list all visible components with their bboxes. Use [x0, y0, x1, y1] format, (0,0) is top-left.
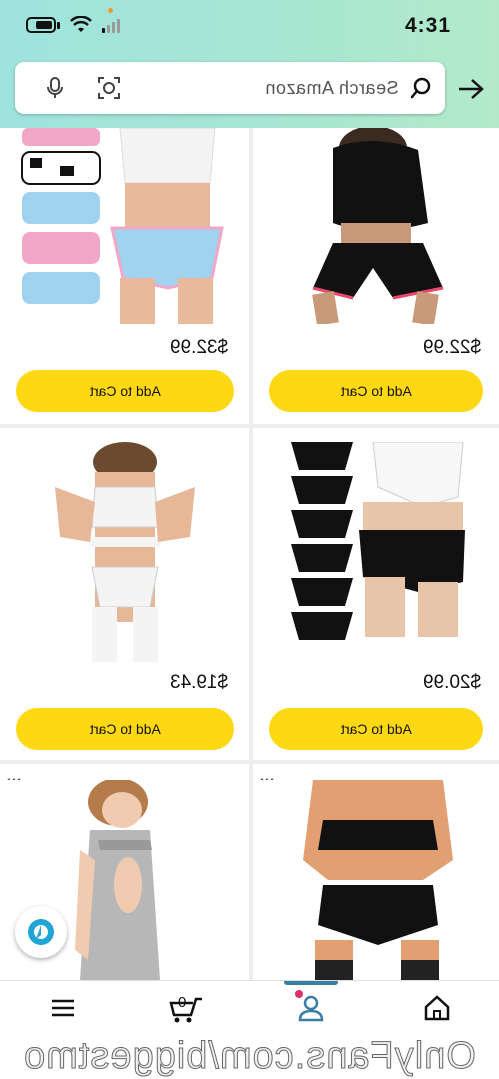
- add-to-cart-label: Add to Cart: [89, 721, 161, 737]
- cellular-signal-icon: [102, 17, 120, 33]
- watermark-text: OnlyFans.com/biggestmo: [0, 1034, 499, 1079]
- status-time: 4:31: [404, 14, 451, 37]
- battery-icon: [26, 17, 56, 33]
- wifi-icon: [70, 16, 92, 32]
- product-image[interactable]: [253, 442, 499, 662]
- product-image[interactable]: [253, 128, 499, 324]
- add-to-cart-label: Add to Cart: [340, 721, 412, 737]
- product-card[interactable]: … $19.43 Add to Cart: [0, 428, 249, 760]
- arrow-right-icon[interactable]: [457, 77, 485, 101]
- product-image[interactable]: [0, 442, 249, 662]
- search-input[interactable]: Search Amazon: [15, 62, 445, 114]
- search-placeholder: Search Amazon: [265, 78, 399, 98]
- product-price: $20.99: [423, 672, 482, 693]
- product-card[interactable]: …: [253, 764, 499, 980]
- active-tab-indicator: [284, 981, 338, 985]
- notification-dot: [295, 990, 303, 998]
- alexa-icon: [28, 919, 54, 945]
- product-image[interactable]: [0, 128, 249, 324]
- menu-icon[interactable]: [48, 993, 78, 1023]
- product-card[interactable]: $32.99 Add to Cart: [0, 128, 249, 424]
- search-icon[interactable]: [409, 76, 433, 100]
- product-price: $32.99: [170, 337, 229, 358]
- product-card[interactable]: … $20.99 Add to Cart: [253, 428, 499, 760]
- privacy-indicator: [108, 8, 113, 13]
- product-price: $22.99: [423, 337, 482, 358]
- alexa-button[interactable]: [15, 906, 67, 958]
- battery-tip: [57, 21, 60, 29]
- product-card[interactable]: $22.99 Add to Cart: [253, 128, 499, 424]
- product-image[interactable]: [253, 780, 499, 980]
- add-to-cart-label: Add to Cart: [340, 383, 412, 399]
- add-to-cart-button[interactable]: Add to Cart: [16, 370, 234, 412]
- add-to-cart-button[interactable]: Add to Cart: [16, 708, 234, 750]
- add-to-cart-button[interactable]: Add to Cart: [269, 370, 483, 412]
- product-price: $19.43: [170, 672, 229, 693]
- camera-scan-icon[interactable]: [96, 75, 122, 101]
- status-icons: [26, 16, 120, 34]
- home-icon[interactable]: [422, 993, 452, 1023]
- add-to-cart-button[interactable]: Add to Cart: [269, 708, 483, 750]
- bottom-navigation: [0, 980, 499, 1034]
- microphone-icon[interactable]: [43, 76, 67, 100]
- add-to-cart-label: Add to Cart: [89, 383, 161, 399]
- cart-count: 0: [178, 994, 187, 1011]
